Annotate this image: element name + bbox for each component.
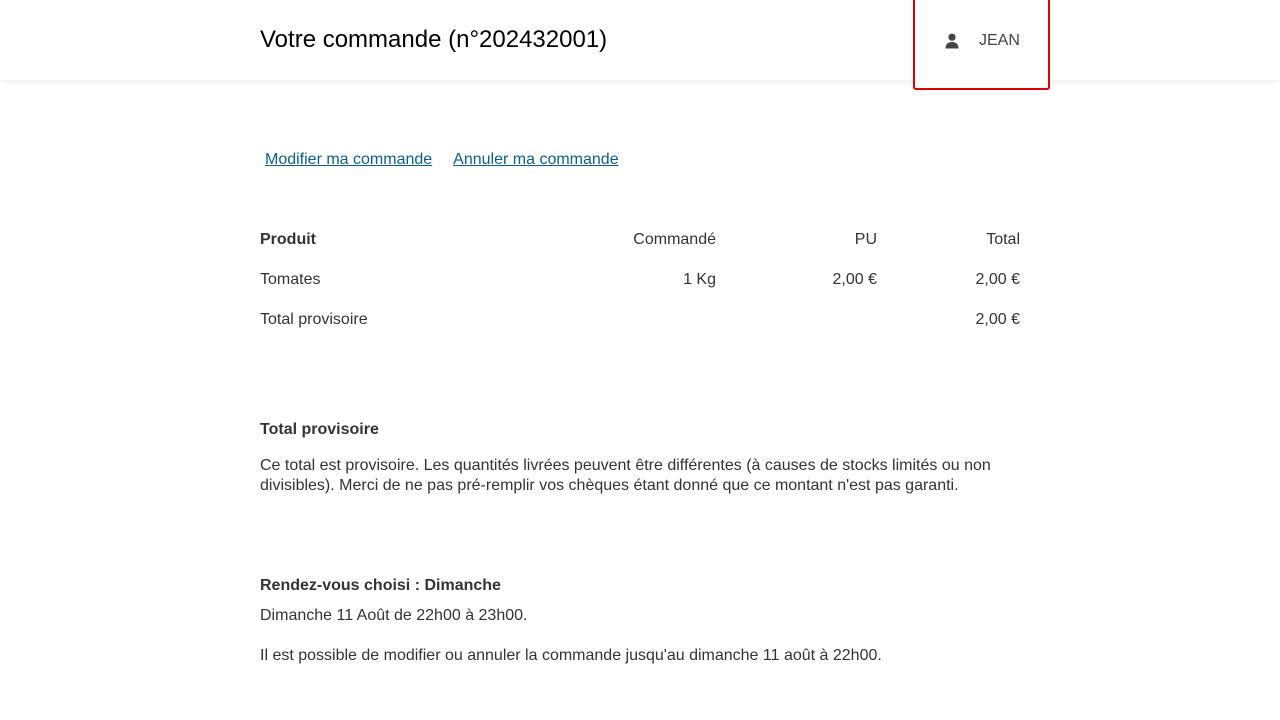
modify-order-link[interactable]: Modifier ma commande [265,151,432,168]
subtotal-empty-ordered [510,300,716,340]
cell-unit-price: 2,00 € [832,271,877,288]
appointment-section: Rendez-vous choisi : Dimanche Dimanche 1… [260,576,1020,666]
table-header-row: Produit Commandé PU Total [260,220,1020,260]
user-name: JEAN [979,32,1020,49]
order-table: Produit Commandé PU Total Tomates 1 Kg 2… [260,220,1020,340]
user-icon [945,33,959,49]
header-total: Total [986,231,1020,248]
provisional-notice: Total provisoire Ce total est provisoire… [260,420,1020,496]
appointment-deadline: Il est possible de modifier ou annuler l… [260,647,882,664]
provisional-text: Ce total est provisoire. Les quantités l… [260,457,991,494]
subtotal-empty-unit-price [716,300,877,340]
subtotal-total: 2,00 € [975,311,1020,328]
cancel-order-link[interactable]: Annuler ma commande [453,151,618,168]
appointment-slot: Dimanche 11 Août de 22h00 à 23h00. [260,607,528,624]
cell-total: 2,00 € [975,271,1020,288]
subtotal-row: Total provisoire 2,00 € [260,300,1020,340]
header-bar: Votre commande (n°202432001) JEAN [0,0,1280,90]
header-product: Produit [260,231,316,248]
page-title: Votre commande (n°202432001) [260,26,608,53]
order-actions: Modifier ma commande Annuler ma commande [265,150,619,170]
cell-product: Tomates [260,271,321,288]
appointment-heading: Rendez-vous choisi : Dimanche [260,577,501,594]
table-row: Tomates 1 Kg 2,00 € 2,00 € [260,260,1020,300]
subtotal-label: Total provisoire [260,311,368,328]
header-unit-price: PU [854,231,877,248]
provisional-heading: Total provisoire [260,421,379,438]
header-ordered: Commandé [633,231,716,248]
cell-ordered: 1 Kg [683,271,716,288]
user-menu-button[interactable]: JEAN [913,0,1050,90]
